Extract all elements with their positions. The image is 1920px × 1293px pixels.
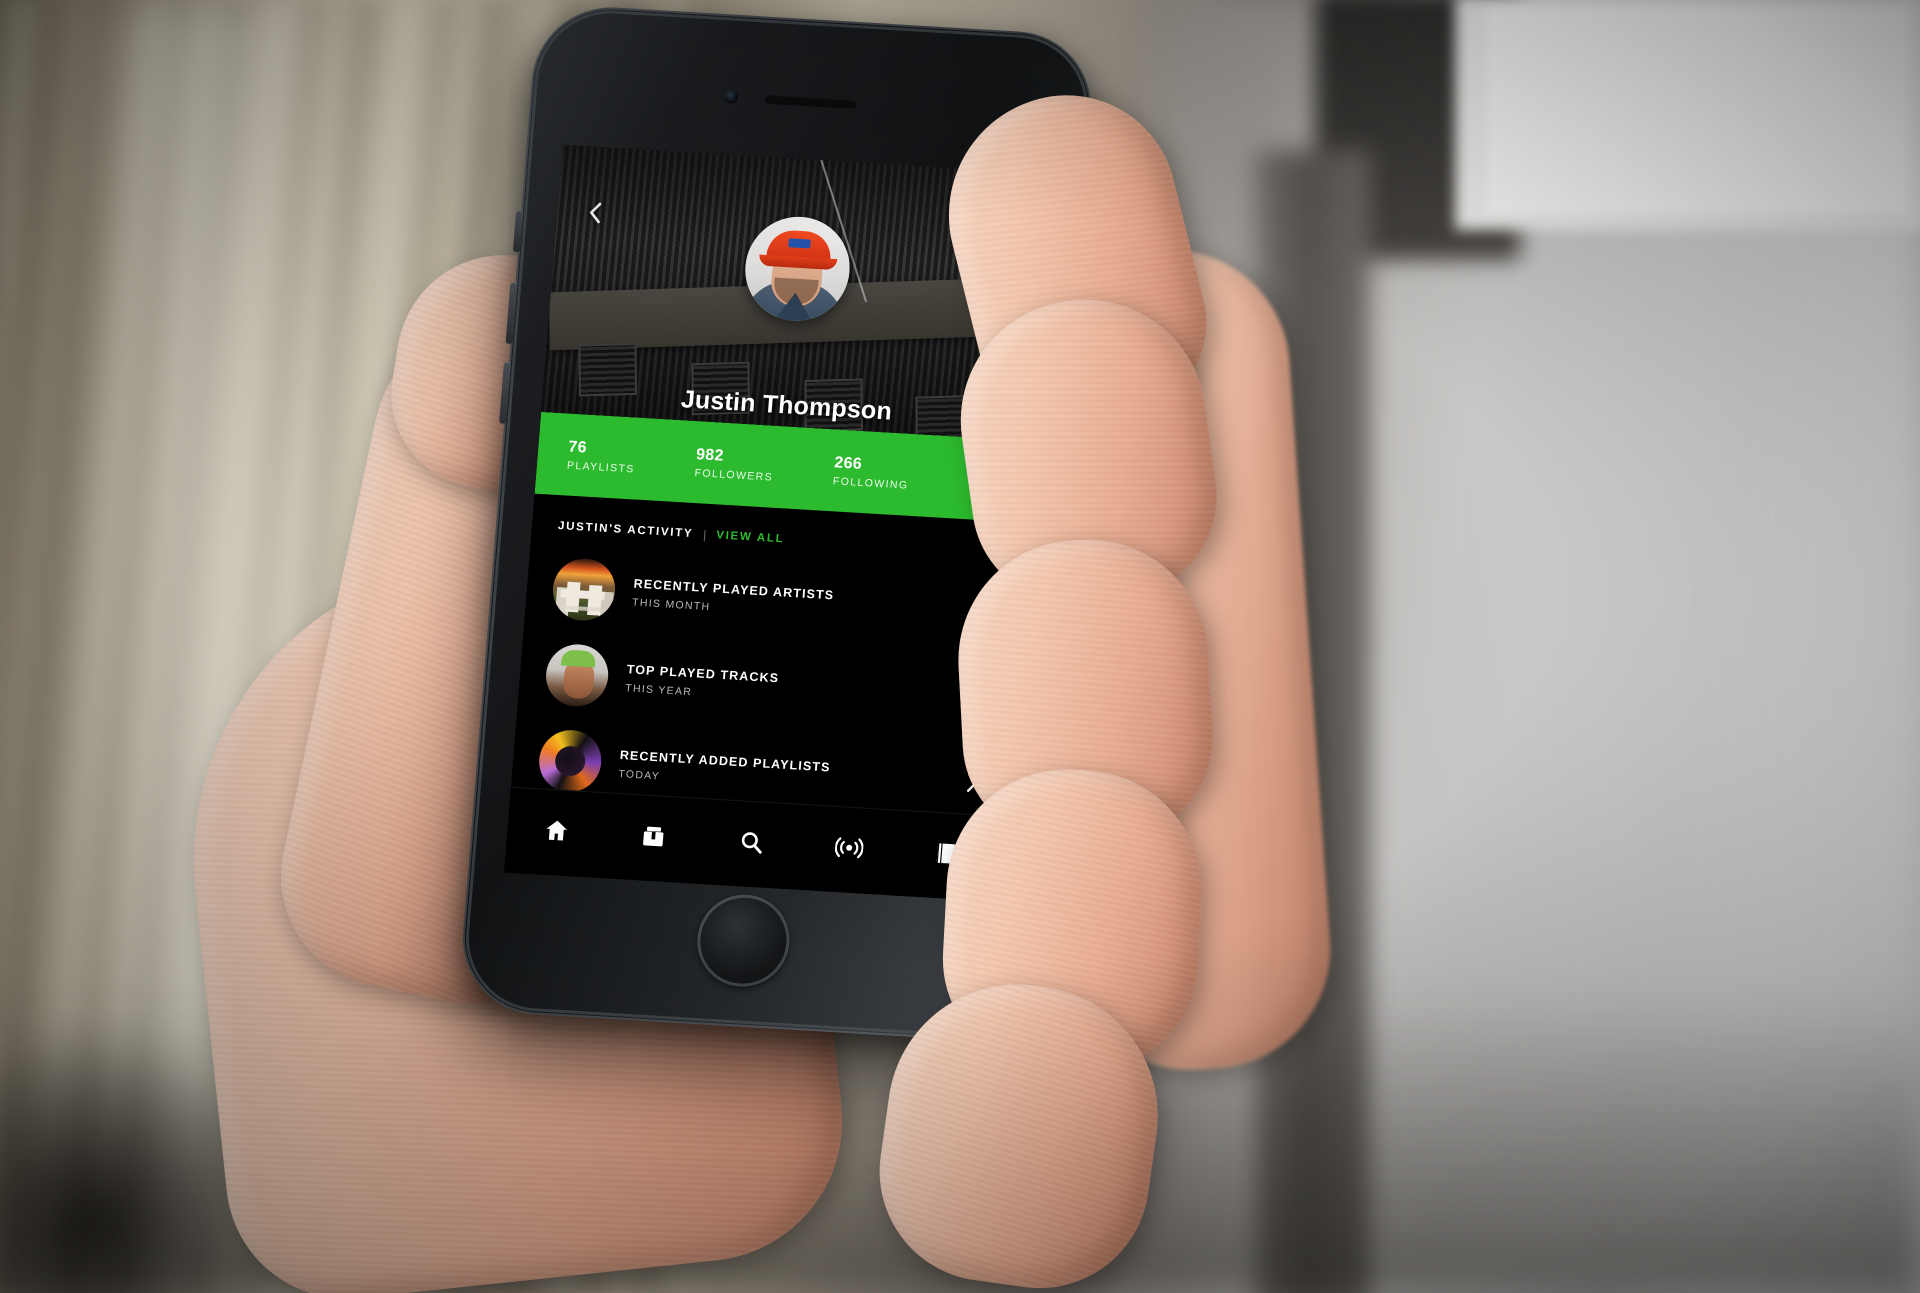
photo-vignette: [0, 0, 1920, 1293]
photo-scene: 3 Justin Thompson 76 PLA: [0, 0, 1920, 1293]
